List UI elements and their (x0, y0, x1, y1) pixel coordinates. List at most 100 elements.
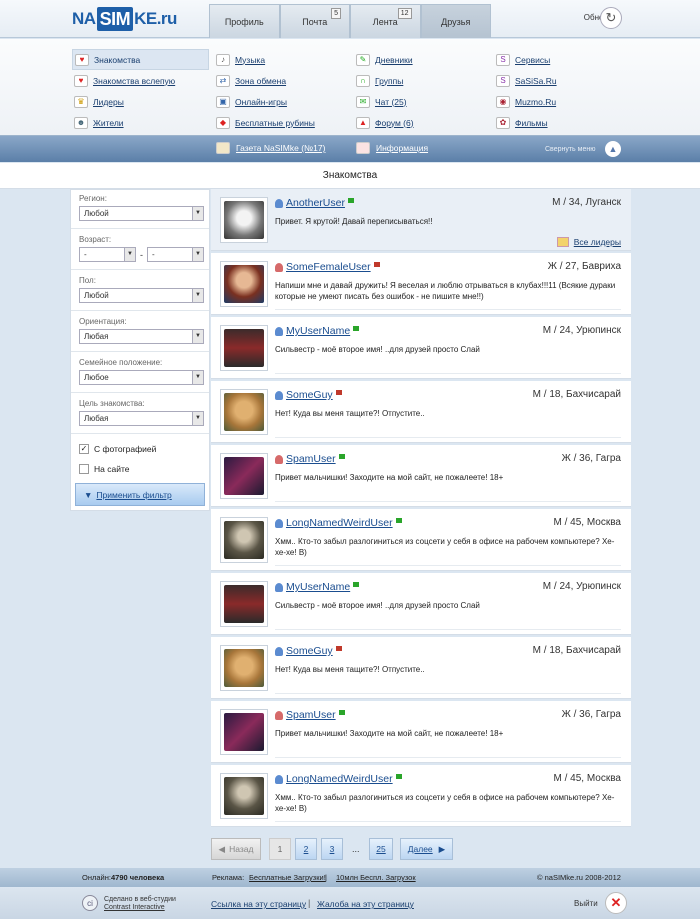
menu-item-chat[interactable]: ✉ Чат (25) (356, 91, 491, 112)
exchange-icon: ⇄ (216, 74, 230, 87)
user-row[interactable]: SomeGuy М / 18, Бахчисарай Нет! Куда вы … (211, 381, 631, 443)
user-name-link[interactable]: LongNamedWeirdUser (286, 773, 393, 785)
muzmo-icon: ◉ (496, 95, 510, 108)
user-name-link[interactable]: AnotherUser (286, 197, 345, 209)
user-name-line: LongNamedWeirdUser (275, 517, 402, 529)
logout-close-icon[interactable]: ✕ (605, 892, 627, 914)
age-from-select[interactable]: - ▼ (79, 247, 136, 262)
user-row[interactable]: AnotherUser М / 34, Луганск Привет. Я кр… (211, 189, 631, 251)
avatar[interactable] (220, 453, 268, 499)
site-logo[interactable]: NA SIM KE.ru (72, 6, 177, 32)
male-user-icon (275, 390, 283, 400)
sex-select[interactable]: Любой ▼ (79, 288, 204, 303)
avatar[interactable] (220, 325, 268, 371)
avatar[interactable] (220, 709, 268, 755)
link-to-page[interactable]: Ссылка на эту страницу (211, 899, 306, 909)
user-info: М / 34, Луганск (552, 197, 621, 208)
studio-credit[interactable]: Сделано в веб-студии Contrast Interactiv… (104, 896, 176, 912)
avatar[interactable] (220, 261, 268, 307)
user-info: Ж / 27, Бавриха (547, 261, 621, 272)
newspaper-link[interactable]: Газета NaSIMke (№17) (216, 142, 325, 154)
menu-item-diaries[interactable]: ✎ Дневники (356, 49, 491, 70)
male-user-icon (275, 774, 283, 784)
page-title: Знакомства (0, 163, 700, 189)
page-number: 1 (277, 844, 283, 854)
user-row[interactable]: SpamUser Ж / 36, Гагра Привет мальчишки!… (211, 445, 631, 507)
logout-label[interactable]: Выйти (574, 899, 598, 908)
footer-bar: Онлайн: 4790 человека Реклама: Бесплатны… (0, 868, 700, 887)
tab-friends[interactable]: Друзья (420, 4, 491, 38)
menu-item-movies[interactable]: ✿ Фильмы (496, 112, 631, 133)
next-page-button[interactable]: Далее ▶ (400, 838, 453, 860)
user-name-link[interactable]: SpamUser (286, 453, 336, 465)
chevron-down-icon: ▼ (192, 371, 203, 384)
menu-item-muzmo[interactable]: ◉ Muzmo.Ru (496, 91, 631, 112)
menu-item-residents[interactable]: ☻ Жители (74, 112, 209, 133)
apply-filter-button[interactable]: ▼ Применить фильтр (75, 483, 205, 506)
orientation-select[interactable]: Любая ▼ (79, 329, 204, 344)
ad-link-1[interactable]: Бесплатные Загрузки! (249, 873, 326, 882)
chevron-up-icon[interactable]: ▲ (605, 141, 621, 157)
goal-select[interactable]: Любая ▼ (79, 411, 204, 426)
user-name-link[interactable]: SomeGuy (286, 389, 333, 401)
user-name-line: SomeGuy (275, 645, 342, 657)
avatar[interactable] (220, 517, 268, 563)
collapse-menu-label[interactable]: Свернуть меню (545, 146, 595, 153)
orientation-label: Ориентация: (79, 317, 127, 326)
info-link[interactable]: Информация (356, 142, 428, 154)
region-select[interactable]: Любой ▼ (79, 206, 204, 221)
avatar[interactable] (220, 581, 268, 627)
page-1[interactable]: 1 (269, 838, 291, 860)
menu-item-dating[interactable]: ♥ Знакомства (72, 49, 209, 70)
refresh-icon[interactable]: ↻ (600, 7, 622, 29)
age-to-select[interactable]: - ▼ (147, 247, 204, 262)
user-name-link[interactable]: MyUserName (286, 325, 350, 337)
page-2[interactable]: 2 (295, 838, 317, 860)
user-name-link[interactable]: LongNamedWeirdUser (286, 517, 393, 529)
menu-item-label: Muzmo.Ru (515, 96, 557, 107)
menu-item-forum[interactable]: ▲ Форум (6) (356, 112, 491, 133)
apply-filter-label: Применить фильтр (96, 489, 172, 500)
page-25[interactable]: 25 (369, 838, 393, 860)
menu-item-blind-dating[interactable]: ♥ Знакомства вслепую (74, 70, 209, 91)
menu-item-rubies[interactable]: ◆ Бесплатные рубины (216, 112, 351, 133)
menu-item-leaders[interactable]: ♛ Лидеры (74, 91, 209, 112)
online-checkbox[interactable]: На сайте (79, 464, 129, 474)
user-row[interactable]: SomeGuy М / 18, Бахчисарай Нет! Куда вы … (211, 637, 631, 699)
menu-item-music[interactable]: ♪ Музыка (216, 49, 351, 70)
tab-feed[interactable]: Лента 12 (350, 4, 421, 38)
avatar[interactable] (220, 773, 268, 819)
with-photo-checkbox[interactable]: ✓ С фотографией (79, 444, 156, 454)
sex-label: Пол: (79, 276, 96, 285)
user-row[interactable]: LongNamedWeirdUser М / 45, Москва Хмм.. … (211, 509, 631, 571)
all-leaders-link[interactable]: Все лидеры (556, 237, 621, 247)
menu-item-services[interactable]: S Сервисы (496, 49, 631, 70)
user-name-link[interactable]: MyUserName (286, 581, 350, 593)
menu-item-label: Чат (25) (375, 96, 407, 107)
user-row[interactable]: SomeFemaleUser Ж / 27, Бавриха Напиши мн… (211, 253, 631, 315)
tab-profile[interactable]: Профиль (209, 4, 280, 38)
menu-item-groups[interactable]: ∩ Группы (356, 70, 491, 91)
menu-item-exchange[interactable]: ⇄ Зона обмена (216, 70, 351, 91)
menu-item-games[interactable]: ▣ Онлайн-игры (216, 91, 351, 112)
ad-link-2[interactable]: 10млн Беспл. Загрузок (336, 873, 416, 882)
divider (71, 351, 209, 352)
user-row[interactable]: SpamUser Ж / 36, Гагра Привет мальчишки!… (211, 701, 631, 763)
page-3[interactable]: 3 (321, 838, 343, 860)
user-name-link[interactable]: SomeGuy (286, 645, 333, 657)
avatar[interactable] (220, 389, 268, 435)
user-row[interactable]: MyUserName М / 24, Урюпинск Сильвестр - … (211, 573, 631, 635)
menu-item-sasisa[interactable]: S SaSiSa.Ru (496, 70, 631, 91)
online-label: На сайте (94, 464, 130, 474)
tab-mail[interactable]: Почта 5 (279, 4, 350, 38)
family-select[interactable]: Любое ▼ (79, 370, 204, 385)
avatar[interactable] (220, 197, 268, 243)
prev-page-button[interactable]: ◀ Назад (211, 838, 261, 860)
user-row[interactable]: LongNamedWeirdUser М / 45, Москва Хмм.. … (211, 765, 631, 827)
complaint-link[interactable]: Жалоба на эту страницу (317, 899, 414, 909)
user-name-link[interactable]: SomeFemaleUser (286, 261, 371, 273)
user-status-message: Привет. Я крутой! Давай переписываться!! (275, 217, 433, 226)
avatar[interactable] (220, 645, 268, 691)
user-name-link[interactable]: SpamUser (286, 709, 336, 721)
user-row[interactable]: MyUserName М / 24, Урюпинск Сильвестр - … (211, 317, 631, 379)
